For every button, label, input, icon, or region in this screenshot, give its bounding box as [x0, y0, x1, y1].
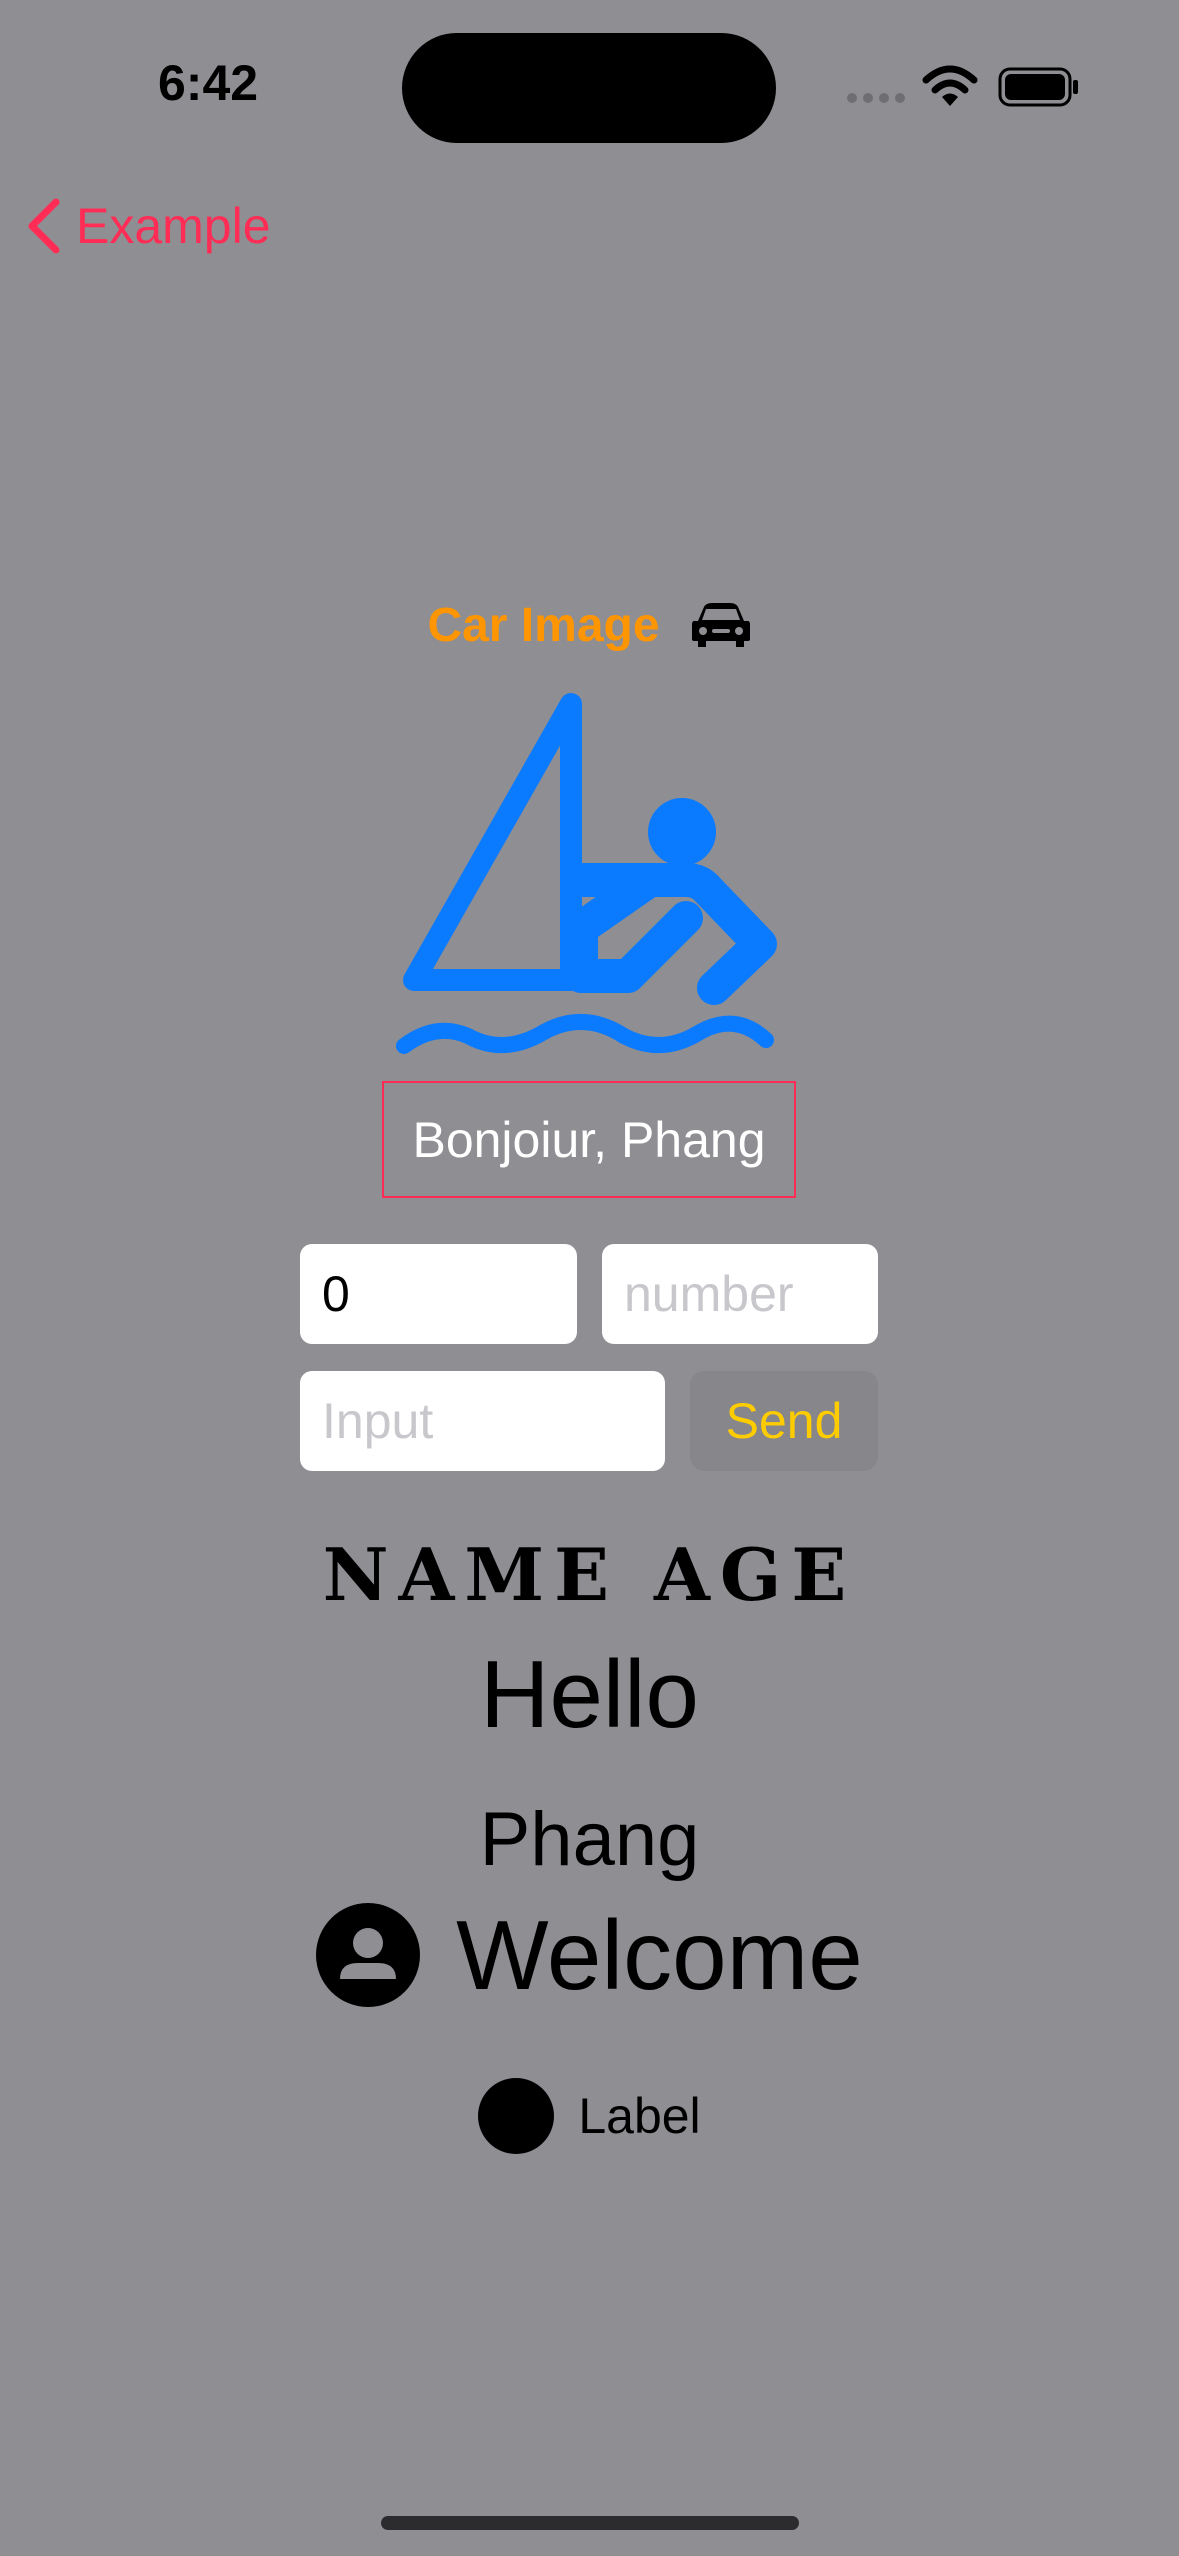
send-button[interactable]: Send — [690, 1371, 878, 1471]
count-field[interactable] — [300, 1244, 577, 1344]
status-time: 6:42 — [158, 55, 259, 111]
number-field[interactable] — [602, 1244, 878, 1344]
greeting-text: Bonjoiur, Phang — [412, 1111, 766, 1168]
car-icon — [691, 603, 750, 647]
dynamic-island — [402, 33, 776, 143]
circle-icon — [478, 2078, 555, 2154]
phang-text: Phang — [479, 1797, 700, 1882]
name-age-heading: NAME AGE — [322, 1532, 857, 1617]
welcome-row: Welcome — [0, 1895, 1179, 2015]
welcome-text: Welcome — [456, 1899, 863, 2010]
greeting-box: Bonjoiur, Phang — [382, 1081, 796, 1198]
hello-text: Hello — [480, 1641, 699, 1748]
person-circle-icon — [316, 1903, 421, 2007]
wifi-icon — [922, 65, 978, 106]
car-image-title: Car Image — [427, 598, 660, 652]
back-button[interactable]: Example — [24, 194, 271, 258]
car-image-header: Car Image — [0, 590, 1179, 660]
label-row: Label — [0, 2078, 1179, 2154]
person-sailing-icon — [396, 693, 777, 1054]
home-indicator[interactable] — [381, 2516, 799, 2530]
label-text: Label — [578, 2088, 701, 2144]
back-label: Example — [76, 198, 271, 254]
battery-icon — [998, 67, 1078, 107]
text-input[interactable] — [300, 1371, 665, 1471]
chevron-left-icon — [28, 198, 60, 254]
signal-icon — [847, 93, 905, 103]
